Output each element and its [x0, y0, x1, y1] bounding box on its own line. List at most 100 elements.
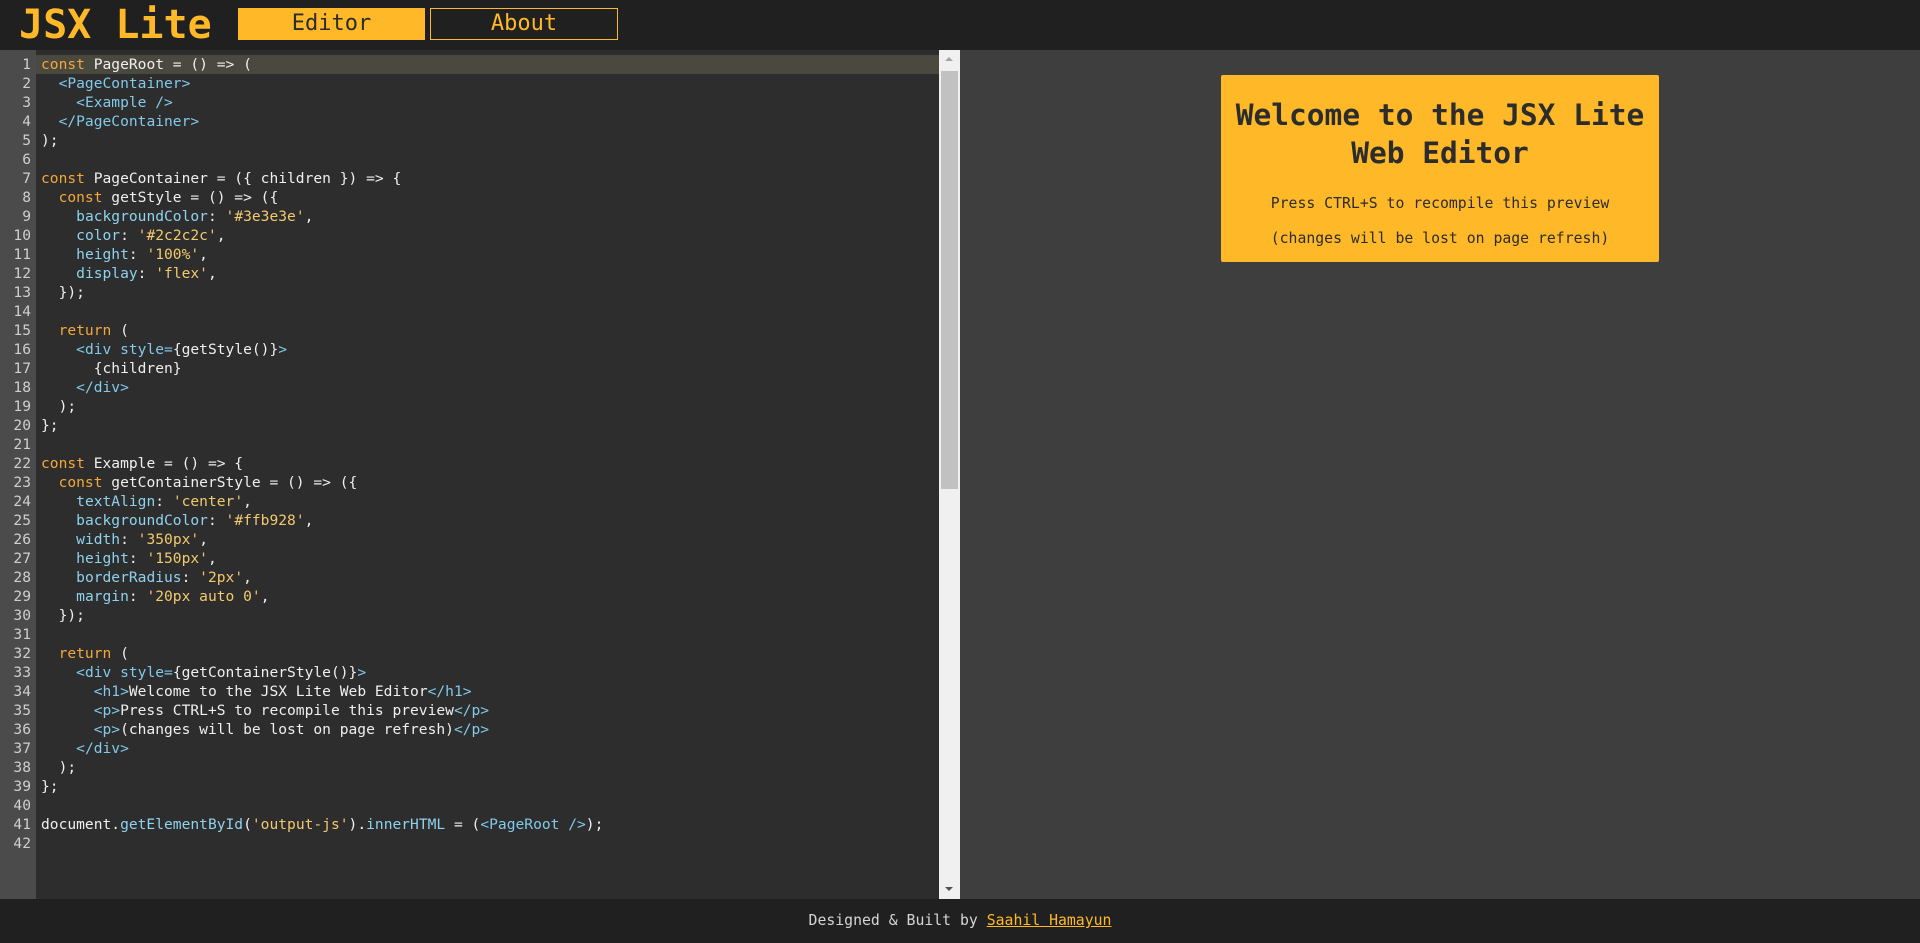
code-line[interactable]: ); — [36, 131, 939, 150]
code-line[interactable]: height: '150px', — [36, 549, 939, 568]
line-number: 32 — [13, 645, 31, 662]
code-token-text: }; — [41, 417, 59, 434]
code-line[interactable]: }; — [36, 777, 939, 796]
code-token-jsx-tag: > — [357, 664, 367, 681]
code-line[interactable]: textAlign: 'center', — [36, 492, 939, 511]
nav-about-button[interactable]: About — [430, 8, 618, 40]
code-token-text: Welcome to the JSX Lite Web Editor — [128, 683, 428, 700]
code-line[interactable]: <Example /> — [36, 93, 939, 112]
line-number: 7 — [22, 170, 31, 187]
code-line[interactable]: height: '100%', — [36, 245, 939, 264]
code-line[interactable] — [36, 435, 939, 454]
code-line[interactable]: margin: '20px auto 0', — [36, 587, 939, 606]
code-line[interactable]: <p>(changes will be lost on page refresh… — [36, 720, 939, 739]
code-line[interactable] — [36, 625, 939, 644]
line-number: 12 — [13, 265, 31, 282]
author-link[interactable]: Saahil Hamayun — [987, 912, 1112, 929]
code-line[interactable] — [36, 302, 939, 321]
code-line[interactable]: <div style={getStyle()}> — [36, 340, 939, 359]
code-lines: const PageRoot = () => ( <PageContainer>… — [36, 55, 939, 853]
code-token-text: : — [155, 493, 173, 510]
code-line[interactable]: <PageContainer> — [36, 74, 939, 93]
line-number: 15 — [13, 322, 31, 339]
code-line[interactable]: </PageContainer> — [36, 112, 939, 131]
code-line[interactable]: <h1>Welcome to the JSX Lite Web Editor</… — [36, 682, 939, 701]
code-line[interactable]: <div style={getContainerStyle()}> — [36, 663, 939, 682]
code-line[interactable]: ); — [36, 397, 939, 416]
code-line[interactable]: }); — [36, 283, 939, 302]
preview-paragraph: Press CTRL+S to recompile this preview — [1270, 195, 1610, 212]
code-token-property: margin — [76, 588, 129, 605]
code-token-jsx-tag: <p> — [93, 721, 121, 738]
code-line[interactable]: </div> — [36, 739, 939, 758]
scroll-up-arrow-icon[interactable] — [939, 50, 960, 67]
code-line-active[interactable]: const PageRoot = () => ( — [36, 55, 939, 74]
code-line[interactable]: const getContainerStyle = () => ({ — [36, 473, 939, 492]
line-number: 37 — [13, 740, 31, 757]
code-line[interactable] — [36, 150, 939, 169]
code-token-text: PageRoot = () => ( — [84, 56, 252, 73]
line-number: 39 — [13, 778, 31, 795]
code-line[interactable]: </div> — [36, 378, 939, 397]
code-token-string: '#3e3e3e' — [225, 208, 305, 225]
code-line[interactable]: const getStyle = () => ({ — [36, 188, 939, 207]
code-token-text: : — [207, 512, 226, 529]
code-token-text: {getStyle()} — [172, 341, 279, 358]
line-number: 19 — [13, 398, 31, 415]
code-line[interactable]: width: '350px', — [36, 530, 939, 549]
code-token-string: '2px' — [199, 569, 244, 586]
line-number: 16 — [13, 341, 31, 358]
code-line[interactable]: ); — [36, 758, 939, 777]
code-line[interactable]: backgroundColor: '#ffb928', — [36, 511, 939, 530]
preview-pane: Welcome to the JSX Lite Web Editor Press… — [960, 50, 1920, 899]
code-line[interactable]: {children} — [36, 359, 939, 378]
code-token-jsx-tag: <PageRoot /> — [480, 816, 586, 833]
line-number: 13 — [13, 284, 31, 301]
code-token-text: , — [243, 569, 252, 586]
code-line[interactable]: }; — [36, 416, 939, 435]
scrollbar-thumb[interactable] — [941, 71, 958, 489]
code-line[interactable]: return ( — [36, 321, 939, 340]
code-token-jsx-tag: <p> — [93, 702, 121, 719]
code-token-jsx-tag: <Example /> — [76, 94, 173, 111]
code-token-text: : — [181, 569, 200, 586]
code-line[interactable]: display: 'flex', — [36, 264, 939, 283]
code-line[interactable]: <p>Press CTRL+S to recompile this previe… — [36, 701, 939, 720]
nav-editor-button[interactable]: Editor — [238, 8, 425, 40]
line-number: 21 — [13, 436, 31, 453]
code-editor[interactable]: 1 2 3 4 5 6 7 8 9 10 11 12 13 14 15 16 17 18 19 20 21 22 23 24 2… — [0, 50, 960, 899]
editor-scrollbar[interactable] — [939, 50, 960, 899]
code-token-string: '100%' — [146, 246, 200, 263]
code-line[interactable] — [36, 834, 939, 853]
code-token-text: {getContainerStyle()} — [172, 664, 358, 681]
code-line[interactable]: document.getElementById('output-js').inn… — [36, 815, 939, 834]
code-input-area[interactable]: const PageRoot = () => ( <PageContainer>… — [36, 50, 939, 899]
code-token-text: document. — [41, 816, 121, 833]
code-line[interactable]: return ( — [36, 644, 939, 663]
code-line[interactable]: }); — [36, 606, 939, 625]
code-token-text: : — [120, 227, 138, 244]
scroll-down-arrow-icon[interactable] — [939, 882, 960, 899]
code-token-property: height — [76, 550, 129, 567]
code-line[interactable]: const Example = () => { — [36, 454, 939, 473]
code-token-text: , — [243, 493, 252, 510]
code-line[interactable]: color: '#2c2c2c', — [36, 226, 939, 245]
code-token-property: width — [76, 531, 121, 548]
line-number: 1 — [22, 56, 31, 73]
code-line[interactable]: borderRadius: '2px', — [36, 568, 939, 587]
code-token-text: ). — [348, 816, 367, 833]
code-token-text: }; — [41, 778, 59, 795]
line-number: 22 — [13, 455, 31, 472]
code-line[interactable]: const PageContainer = ({ children }) => … — [36, 169, 939, 188]
code-token-string: 'output-js' — [251, 816, 349, 833]
code-line[interactable]: backgroundColor: '#3e3e3e', — [36, 207, 939, 226]
code-line[interactable] — [36, 796, 939, 815]
